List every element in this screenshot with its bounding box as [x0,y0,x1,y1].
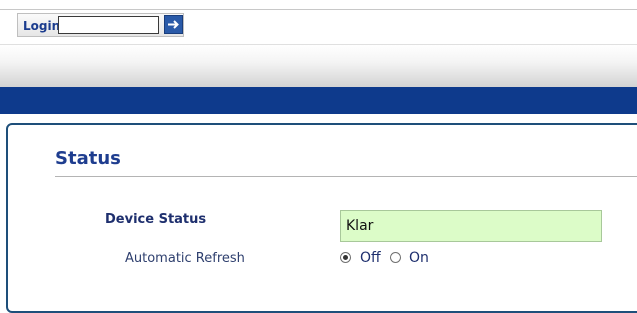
device-status-label: Device Status [105,212,207,227]
arrow-right-icon [168,20,179,29]
login-password-input[interactable] [58,16,159,34]
header-band [0,44,637,88]
automatic-refresh-label: Automatic Refresh [125,251,245,266]
navigation-bar [0,87,637,114]
top-border [0,0,637,10]
login-submit-button[interactable] [164,15,183,34]
refresh-off-radio[interactable] [340,252,351,263]
refresh-on-radio[interactable] [390,252,401,263]
device-status-value: Klar [340,210,602,242]
refresh-on-label[interactable]: On [409,250,429,266]
login-bar: Login [17,13,184,37]
title-divider [55,176,637,177]
refresh-off-label[interactable]: Off [360,250,381,266]
login-label: Login [23,19,61,33]
page-title: Status [55,148,121,169]
